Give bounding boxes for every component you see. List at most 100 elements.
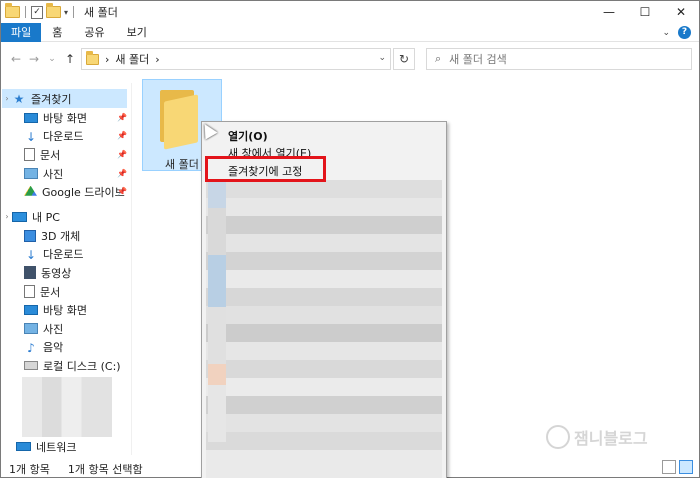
sidebar-item-label: 내 PC [32,210,60,224]
download-icon: ↓ [25,129,37,144]
sidebar-item-label: 로컬 디스크 (C:) [43,359,121,373]
toolbar-divider [73,6,75,18]
redacted-menu-items [206,180,442,478]
sidebar-item-downloads[interactable]: ↓ 다운로드 📌 [24,126,127,145]
address-bar[interactable]: › 새 폴더 › ⌄ [81,48,391,70]
sidebar-item-pc-documents[interactable]: 문서 [24,282,60,301]
window-title: 새 폴더 [84,6,118,19]
video-icon [24,266,36,279]
sidebar-item-pictures[interactable]: 사진 📌 [24,164,127,183]
expand-arrow-icon[interactable]: › [2,94,12,103]
sidebar-item-label: 사진 [43,167,64,181]
sidebar-item-label: 동영상 [41,266,72,280]
search-input[interactable]: ⌕ 새 폴더 검색 [426,48,692,70]
star-icon: ★ [13,91,25,106]
sidebar-item-label: 3D 개체 [41,229,81,243]
pin-icon: 📌 [117,150,127,159]
ribbon-tabs: 파일 홈 공유 보기 ⌄ ? [1,22,699,42]
sidebar-item-3d-objects[interactable]: 3D 개체 [24,226,80,245]
sidebar-item-label: Google 드라이브 [42,185,125,199]
sidebar-item-quick-access[interactable]: › ★ 즐겨찾기 [2,89,127,108]
properties-icon[interactable]: ✓ [31,5,43,19]
expand-ribbon-icon[interactable]: ⌄ [662,28,670,38]
sidebar-item-music[interactable]: ♪ 음악 [24,337,63,356]
document-icon [24,148,35,161]
sidebar-item-label: 다운로드 [43,129,84,143]
forward-button[interactable]: → [25,52,43,66]
breadcrumb-separator[interactable]: › [105,53,109,66]
sidebar-item-label: 네트워크 [36,440,77,454]
folder-icon [5,3,20,18]
picture-icon [24,323,38,334]
pin-icon: 📌 [117,169,127,178]
explorer-window: ✓ ▾ 새 폴더 — ☐ ✕ 파일 홈 공유 보기 ⌄ ? ← → ⌄ ↑ › … [0,0,700,478]
new-folder-icon[interactable] [46,3,61,18]
desktop-icon [24,304,38,315]
sidebar-item-pc-downloads[interactable]: ↓ 다운로드 [24,244,84,263]
desktop-icon [24,112,38,123]
sidebar-item-videos[interactable]: 동영상 [24,263,71,282]
tab-file[interactable]: 파일 [1,22,42,42]
chevron-down-icon[interactable]: ⌄ [378,53,386,63]
sidebar-item-documents[interactable]: 문서 📌 [24,145,127,164]
up-button[interactable]: ↑ [61,52,79,66]
watermark: 잼니블로그 [546,425,648,449]
selection-count: 1개 항목 선택함 [67,462,143,476]
sidebar-item-this-pc[interactable]: › 내 PC [2,207,60,226]
status-bar: 1개 항목 1개 항목 선택함 [1,459,699,478]
expand-arrow-icon[interactable]: › [2,212,12,221]
sidebar-item-label: 문서 [40,285,61,299]
highlight-box [205,156,326,182]
redacted-menu-icons [208,182,226,442]
item-count: 1개 항목 [9,462,50,476]
back-button[interactable]: ← [7,52,25,66]
maximize-button[interactable]: ☐ [627,1,663,23]
sidebar-item-pc-pictures[interactable]: 사진 [24,319,63,338]
menu-item-open[interactable]: 열기(O) [228,128,268,144]
drive-icon [24,361,38,370]
minimize-button[interactable]: — [591,1,627,23]
quick-access-toolbar: ✓ ▾ [1,3,76,19]
sidebar-item-label: 문서 [40,148,61,162]
sidebar-item-label: 다운로드 [43,247,84,261]
close-button[interactable]: ✕ [663,1,699,23]
sidebar-item-label: 즐겨찾기 [31,92,72,106]
refresh-button[interactable]: ↻ [393,48,415,70]
picture-icon [24,168,38,179]
help-icon[interactable]: ? [678,26,691,39]
folder-icon [160,90,198,150]
breadcrumb[interactable]: 새 폴더 [115,51,149,67]
sidebar-item-label: 바탕 화면 [43,111,87,125]
folder-icon [86,50,99,65]
large-icons-view-button[interactable] [679,460,693,474]
watermark-text: 잼니블로그 [574,429,648,448]
sidebar-item-local-disk[interactable]: 로컬 디스크 (C:) [24,356,121,375]
pin-icon: 📌 [117,131,127,140]
title-bar: ✓ ▾ 새 폴더 — ☐ ✕ [1,1,699,23]
computer-icon [12,211,27,222]
navigation-pane: › ★ 즐겨찾기 바탕 화면 📌 ↓ 다운로드 📌 문서 📌 사진 📌 Goog… [2,83,128,455]
3d-objects-icon [24,229,36,242]
recent-locations-button[interactable]: ⌄ [43,54,61,64]
customize-toolbar-icon[interactable]: ▾ [64,8,68,17]
sidebar-item-desktop[interactable]: 바탕 화면 📌 [24,108,127,127]
pane-divider[interactable] [131,83,132,455]
details-view-button[interactable] [662,460,676,474]
search-placeholder: 새 폴더 검색 [449,53,507,66]
document-icon [24,285,35,298]
tab-share[interactable]: 공유 [73,23,115,42]
breadcrumb-separator[interactable]: › [155,53,159,66]
pin-icon: 📌 [117,187,127,196]
network-icon [16,442,31,451]
sidebar-item-label: 음악 [43,340,64,354]
toolbar-divider [25,6,26,18]
watermark-logo-icon [546,425,570,449]
tab-home[interactable]: 홈 [41,23,73,42]
sidebar-item-google-drive[interactable]: Google 드라이브 📌 [24,182,127,201]
download-icon: ↓ [25,247,37,262]
music-icon: ♪ [27,340,35,355]
google-drive-icon [24,185,37,196]
sidebar-item-network[interactable]: 네트워크 [16,437,76,456]
tab-view[interactable]: 보기 [116,23,158,42]
sidebar-item-pc-desktop[interactable]: 바탕 화면 [24,300,87,319]
